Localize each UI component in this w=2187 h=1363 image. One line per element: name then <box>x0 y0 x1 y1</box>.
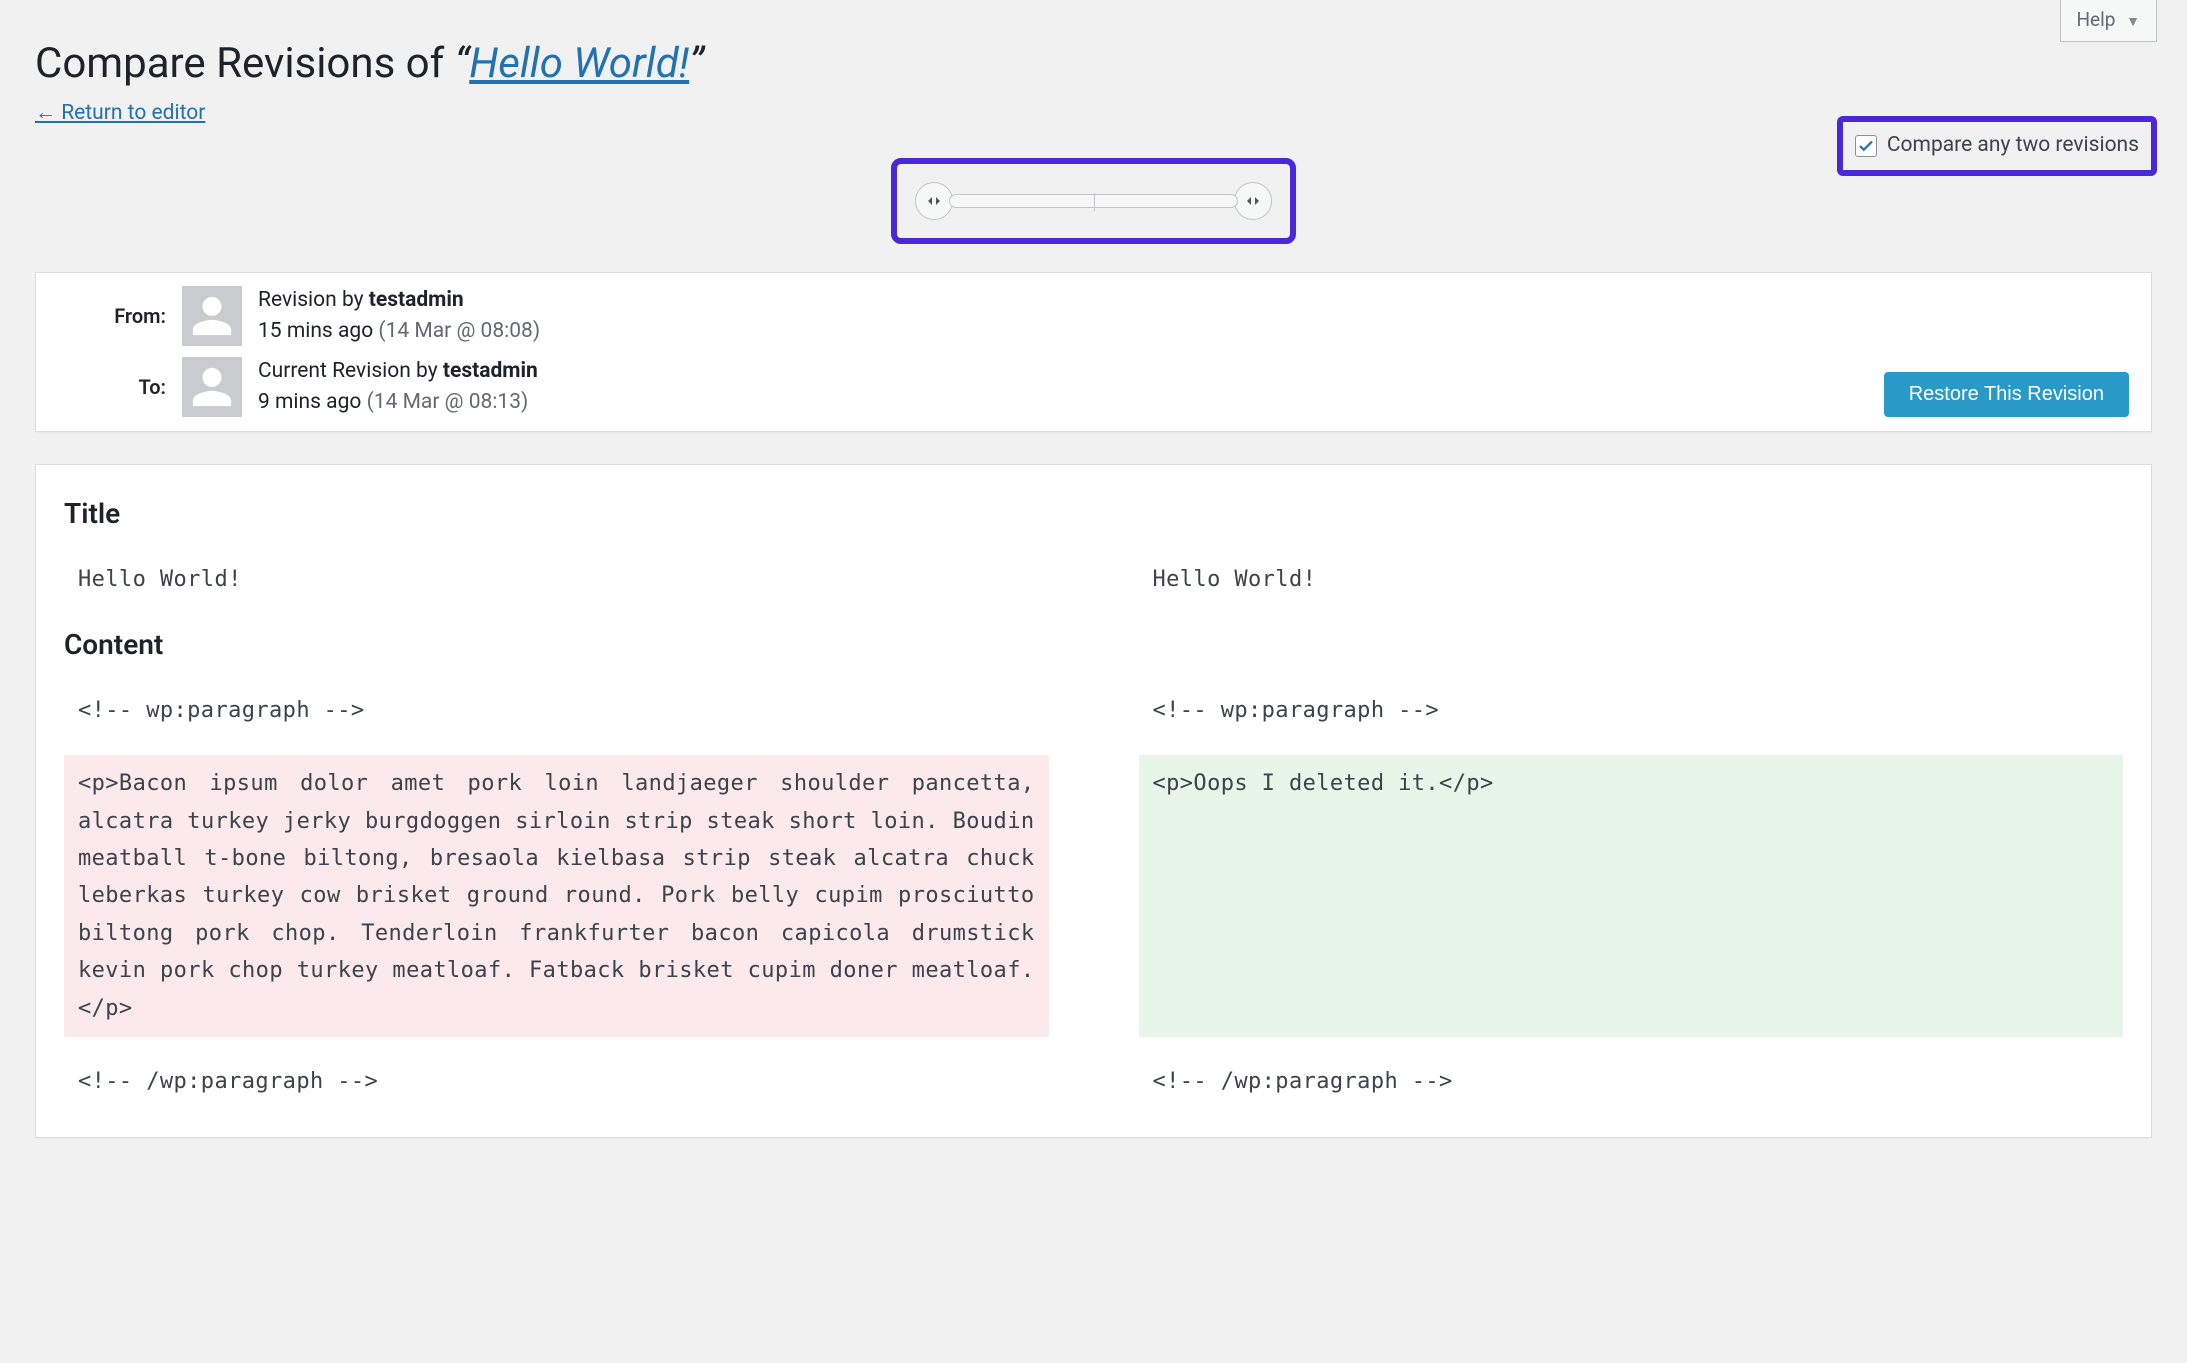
revision-from-row: From: Revision by testadmin 15 mins ago … <box>58 281 2129 352</box>
title-left-value: Hello World! <box>64 559 1049 600</box>
page-title: Compare Revisions of “Hello World!” <box>35 32 2152 95</box>
from-label: From: <box>58 301 166 331</box>
restore-revision-button[interactable]: Restore This Revision <box>1884 372 2129 417</box>
help-label: Help <box>2077 8 2116 31</box>
compare-any-two-revisions-option[interactable]: Compare any two revisions <box>1837 116 2157 176</box>
help-tab[interactable]: Help ▼ <box>2060 0 2158 42</box>
quote-close: ” <box>689 39 704 88</box>
from-relative-time: 15 mins ago <box>258 319 378 343</box>
content-close-tag-row: <!-- /wp:paragraph --> <!-- /wp:paragrap… <box>64 1061 2123 1102</box>
content-section-heading: Content <box>64 624 2123 666</box>
compare-any-checkbox[interactable] <box>1855 135 1877 157</box>
compare-any-label: Compare any two revisions <box>1887 130 2139 162</box>
to-text: Current Revision by testadmin 9 mins ago… <box>258 356 538 419</box>
to-label: To: <box>58 372 166 402</box>
avatar <box>182 357 242 417</box>
from-revision-prefix: Revision by <box>258 288 369 312</box>
revision-slider <box>891 158 1296 244</box>
content-open-tag-row: <!-- wp:paragraph --> <!-- wp:paragraph … <box>64 690 2123 731</box>
content-left-body-removed: <p>Bacon ipsum dolor amet pork loin land… <box>64 755 1049 1037</box>
user-icon <box>189 293 235 339</box>
quote-open: “ <box>455 39 470 88</box>
slider-tick <box>1094 193 1095 211</box>
slider-next-button[interactable] <box>1234 182 1272 220</box>
title-right-value: Hello World! <box>1139 559 2124 600</box>
arrow-left-right-icon <box>927 195 941 207</box>
title-section-heading: Title <box>64 493 2123 535</box>
to-absolute-time: (14 Mar @ 08:13) <box>367 390 529 414</box>
revision-meta-card: From: Revision by testadmin 15 mins ago … <box>35 272 2152 432</box>
content-right-body-added: <p>Oops I deleted it.</p> <box>1139 755 2124 1037</box>
revision-to-row: To: Current Revision by testadmin 9 mins… <box>58 352 2129 423</box>
return-to-editor-link[interactable]: ← Return to editor <box>35 98 205 130</box>
checkmark-icon <box>1857 137 1875 155</box>
slider-track[interactable] <box>949 194 1238 208</box>
user-icon <box>189 364 235 410</box>
diff-card: Title Hello World! Hello World! Content … <box>35 464 2152 1138</box>
title-left-column: Hello World! <box>64 559 1049 600</box>
content-left-close-tag: <!-- /wp:paragraph --> <box>64 1061 1049 1102</box>
title-diff-columns: Hello World! Hello World! <box>64 559 2123 600</box>
avatar <box>182 286 242 346</box>
content-left-open-tag: <!-- wp:paragraph --> <box>64 690 1049 731</box>
from-author: testadmin <box>369 288 464 312</box>
content-right-open-tag: <!-- wp:paragraph --> <box>1139 690 2124 731</box>
from-absolute-time: (14 Mar @ 08:08) <box>378 319 540 343</box>
content-body-row: <p>Bacon ipsum dolor amet pork loin land… <box>64 755 2123 1037</box>
arrow-left-right-icon <box>1246 195 1260 207</box>
page-title-prefix: Compare Revisions of <box>35 39 455 88</box>
slider-prev-button[interactable] <box>915 182 953 220</box>
chevron-down-icon: ▼ <box>2126 14 2140 30</box>
post-title-link[interactable]: Hello World! <box>469 39 689 88</box>
to-revision-prefix: Current Revision by <box>258 359 443 383</box>
from-text: Revision by testadmin 15 mins ago (14 Ma… <box>258 285 540 348</box>
title-right-column: Hello World! <box>1139 559 2124 600</box>
content-right-close-tag: <!-- /wp:paragraph --> <box>1139 1061 2124 1102</box>
to-author: testadmin <box>443 359 538 383</box>
to-relative-time: 9 mins ago <box>258 390 367 414</box>
